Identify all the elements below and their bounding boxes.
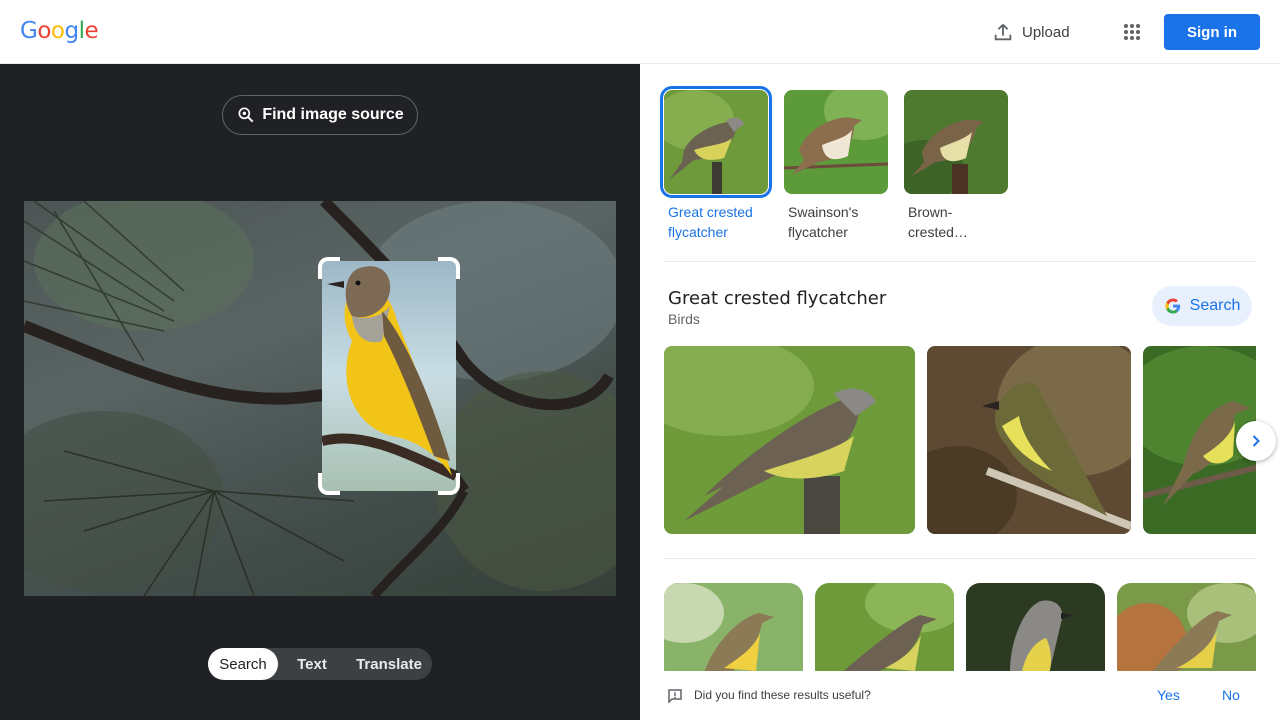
query-image-panel: Find image source Search Text Translate — [0, 64, 640, 720]
entity-thumbnail — [660, 86, 772, 198]
feedback-no-button[interactable]: No — [1222, 687, 1240, 703]
upload-icon — [994, 24, 1012, 41]
find-image-source-label: Find image source — [262, 106, 404, 123]
mode-search-tab[interactable]: Search — [208, 648, 278, 680]
upload-label: Upload — [1022, 23, 1070, 41]
image-search-icon — [238, 107, 254, 123]
query-photo — [24, 201, 616, 596]
entity-subtitle: Birds — [668, 311, 700, 327]
entity-chip-swainsons-flycatcher[interactable]: Swainson's flycatcher — [784, 90, 888, 242]
entity-label: Brown-crested… — [908, 204, 968, 240]
logo-letter: g — [64, 18, 79, 44]
apps-grid-icon[interactable] — [1120, 20, 1144, 44]
carousel-next-button[interactable] — [1236, 421, 1276, 461]
sign-in-button[interactable]: Sign in — [1164, 14, 1260, 50]
carousel-image[interactable] — [664, 346, 915, 534]
chevron-right-icon — [1252, 435, 1260, 447]
top-bar: Google Upload Sign in — [0, 0, 1280, 64]
logo-letter: o — [50, 18, 65, 44]
feedback-yes-button[interactable]: Yes — [1157, 687, 1180, 703]
entity-thumbnail — [784, 90, 888, 194]
logo-letter: e — [84, 18, 99, 44]
mode-switcher: Search Text Translate — [208, 648, 432, 680]
entity-label: Great crested flycatcher — [668, 204, 753, 240]
crop-handle-top-right[interactable] — [438, 257, 460, 279]
visual-match-image[interactable] — [815, 583, 954, 671]
crop-handle-bottom-right[interactable] — [438, 473, 460, 495]
entity-title[interactable]: Great crested flycatcher — [668, 288, 886, 309]
crop-handle-bottom-left[interactable] — [318, 473, 340, 495]
google-g-icon — [1165, 298, 1180, 314]
google-logo[interactable]: Google — [20, 18, 99, 44]
divider — [664, 261, 1256, 262]
related-entities: Great crested flycatcher Swainson's flyc… — [660, 86, 1008, 242]
bird-illustration — [322, 266, 456, 481]
logo-letter: o — [37, 18, 51, 44]
visual-match-image[interactable] — [1117, 583, 1256, 671]
entity-search-label: Search — [1189, 297, 1241, 314]
feedback-bar: Did you find these results useful? Yes N… — [640, 671, 1280, 720]
carousel-image[interactable] — [927, 346, 1131, 534]
visual-match-image[interactable] — [664, 583, 803, 671]
entity-chip-great-crested-flycatcher[interactable]: Great crested flycatcher — [660, 86, 772, 242]
entity-thumbnail — [904, 90, 1008, 194]
crop-handle-top-left[interactable] — [318, 257, 340, 279]
logo-letter: G — [20, 18, 38, 44]
entity-image-carousel — [664, 346, 1256, 534]
entity-label: Swainson's flycatcher — [788, 204, 859, 240]
crop-selection-box[interactable] — [318, 257, 460, 495]
entity-chip-brown-crested[interactable]: Brown-crested… — [904, 90, 1008, 242]
entity-search-button[interactable]: Search — [1152, 286, 1252, 326]
feedback-question: Did you find these results useful? — [694, 688, 871, 702]
visual-match-image[interactable] — [966, 583, 1105, 671]
find-image-source-button[interactable]: Find image source — [222, 95, 418, 135]
visual-matches-grid — [664, 583, 1256, 671]
feedback-icon — [668, 689, 682, 704]
divider — [664, 558, 1256, 559]
mode-translate-tab[interactable]: Translate — [346, 648, 432, 680]
mode-text-tab[interactable]: Text — [278, 648, 346, 680]
results-panel: Great crested flycatcher Swainson's flyc… — [640, 64, 1280, 720]
upload-button[interactable]: Upload — [992, 20, 1070, 44]
